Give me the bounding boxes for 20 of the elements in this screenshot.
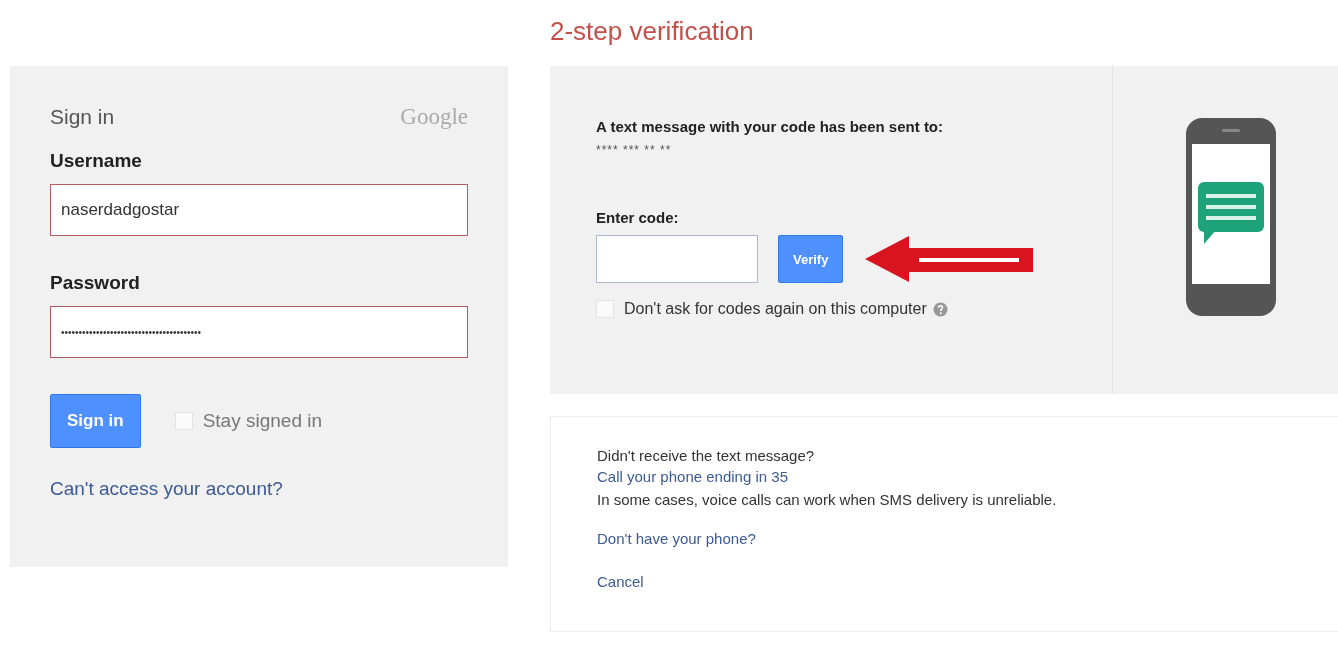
- panel-title: Sign in: [50, 105, 115, 129]
- help-icon[interactable]: [932, 301, 948, 317]
- checkbox-label: Stay signed in: [202, 410, 323, 432]
- help-link[interactable]: Can't access your account?: [50, 478, 468, 500]
- call-link[interactable]: Call your phone ending in 35: [597, 468, 1338, 485]
- question-text: Didn't receive the text message?: [597, 447, 816, 464]
- code-field[interactable]: [596, 235, 758, 283]
- password-field[interactable]: ••••••••••••••••••••••••••••••••••••••••: [50, 306, 468, 358]
- message-text: A text message with your code has been sent to:: [596, 118, 945, 135]
- field-label: Username: [50, 150, 143, 172]
- masked-number: **** *** ** **: [596, 143, 673, 157]
- field-label: Password: [50, 272, 141, 294]
- checkbox-label: Don't ask for codes again on this computer: [624, 300, 927, 318]
- cancel-link[interactable]: Cancel: [597, 573, 1338, 590]
- no-phone-link[interactable]: Don't have your phone?: [597, 530, 1338, 547]
- brand-logo: Google: [400, 104, 468, 130]
- username-field[interactable]: naserdadgostar: [50, 184, 468, 236]
- page-heading: 2-step verification: [549, 15, 755, 48]
- note-text: In some cases, voice calls can work when SMS delivery is unreliable.: [597, 491, 1058, 508]
- field-label: Enter code:: [596, 209, 680, 226]
